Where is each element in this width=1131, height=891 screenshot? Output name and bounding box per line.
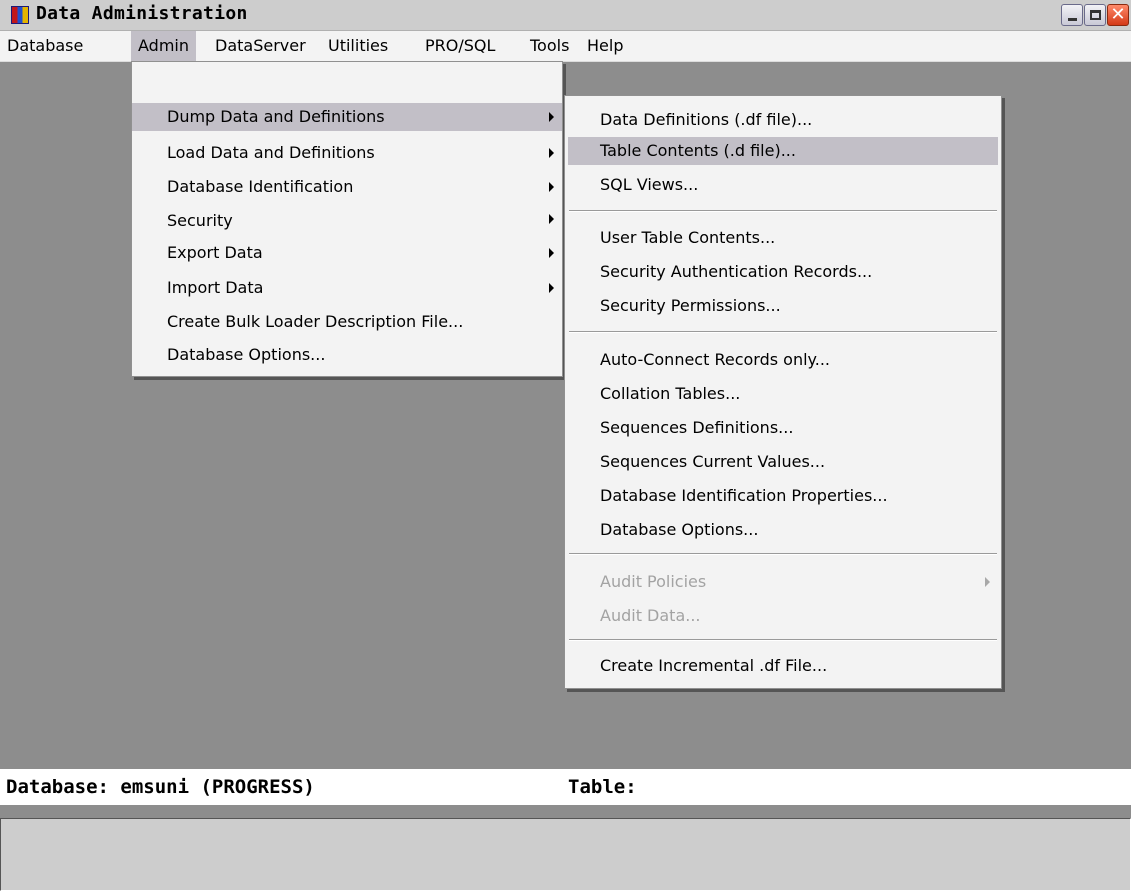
menu-item-label: Create Incremental .df File... (600, 656, 828, 675)
menu-item-data-definitions[interactable]: Data Definitions (.df file)... (565, 106, 1001, 134)
menu-item-label: Dump Data and Definitions (167, 107, 385, 126)
menu-item-create-incremental-df[interactable]: Create Incremental .df File... (565, 652, 1001, 680)
menu-help[interactable]: Help (580, 31, 630, 61)
menu-item-table-contents[interactable]: Table Contents (.d file)... (568, 137, 998, 165)
menu-separator (569, 639, 997, 641)
menu-item-database-identification-properties[interactable]: Database Identification Properties... (565, 482, 1001, 510)
menu-item-label: Data Definitions (.df file)... (600, 110, 813, 129)
close-icon: ✕ (1110, 4, 1126, 25)
maximize-icon (1089, 10, 1101, 20)
menu-separator (569, 210, 997, 212)
menu-item-user-table-contents[interactable]: User Table Contents... (565, 224, 1001, 252)
menu-item-label: Security Permissions... (600, 296, 781, 315)
menu-item-label: Audit Policies (600, 572, 707, 591)
menu-utilities[interactable]: Utilities (321, 31, 395, 61)
menu-item-sql-views[interactable]: SQL Views... (565, 171, 1001, 199)
menu-separator (569, 553, 997, 555)
menu-admin[interactable]: Admin (131, 31, 196, 61)
menu-pro-sql[interactable]: PRO/SQL (418, 31, 502, 61)
menu-item-label: Database Identification (167, 177, 354, 196)
dump-submenu: Data Definitions (.df file)... Table Con… (564, 95, 1002, 689)
menu-item-audit-data[interactable]: Audit Data... (565, 602, 1001, 630)
menu-item-label: Sequences Definitions... (600, 418, 794, 437)
menu-item-label: Export Data (167, 243, 263, 262)
title-bar: Data Administration ✕ (0, 0, 1131, 31)
menu-item-security-permissions[interactable]: Security Permissions... (565, 292, 1001, 320)
menu-item-label: SQL Views... (600, 175, 699, 194)
submenu-arrow-icon (549, 248, 554, 258)
menu-item-collation-tables[interactable]: Collation Tables... (565, 380, 1001, 408)
menu-item-export-data[interactable]: Export Data (132, 239, 562, 267)
submenu-arrow-icon (985, 577, 990, 587)
menu-item-database-options[interactable]: Database Options... (132, 341, 562, 369)
menu-dataserver[interactable]: DataServer (208, 31, 313, 61)
minimize-button[interactable] (1061, 4, 1083, 26)
menu-item-label: Create Bulk Loader Description File... (167, 312, 464, 331)
menu-item-sequences-definitions[interactable]: Sequences Definitions... (565, 414, 1001, 442)
minimize-icon (1067, 17, 1077, 21)
menu-item-label: Auto-Connect Records only... (600, 350, 830, 369)
menu-tools[interactable]: Tools (523, 31, 576, 61)
status-bar: Database: emsuni (PROGRESS) Table: (0, 769, 1131, 805)
menu-item-label: Table Contents (.d file)... (600, 141, 796, 160)
message-panel (0, 818, 1131, 891)
submenu-arrow-icon (549, 148, 554, 158)
close-button[interactable]: ✕ (1107, 4, 1129, 26)
submenu-arrow-icon (549, 112, 554, 122)
menu-item-database-options-dump[interactable]: Database Options... (565, 516, 1001, 544)
menu-item-create-bulk-loader[interactable]: Create Bulk Loader Description File... (132, 308, 562, 336)
menu-item-label: Database Identification Properties... (600, 486, 888, 505)
menu-item-auto-connect-records[interactable]: Auto-Connect Records only... (565, 346, 1001, 374)
menu-separator (569, 331, 997, 333)
menu-item-load-data[interactable]: Load Data and Definitions (132, 139, 562, 167)
menu-item-security[interactable]: Security (132, 207, 562, 235)
menu-database[interactable]: Database (0, 31, 90, 61)
menu-item-label: Audit Data... (600, 606, 701, 625)
database-status-label: Database: emsuni (PROGRESS) (6, 776, 315, 798)
menu-item-label: Load Data and Definitions (167, 143, 375, 162)
menu-item-audit-policies[interactable]: Audit Policies (565, 568, 1001, 596)
menu-item-import-data[interactable]: Import Data (132, 274, 562, 302)
menu-item-sequences-current-values[interactable]: Sequences Current Values... (565, 448, 1001, 476)
menu-item-label: Sequences Current Values... (600, 452, 826, 471)
menu-item-label: User Table Contents... (600, 228, 776, 247)
table-status-label: Table: (568, 776, 637, 798)
menu-item-label: Database Options... (167, 345, 326, 364)
submenu-arrow-icon (549, 182, 554, 192)
menu-item-security-authentication-records[interactable]: Security Authentication Records... (565, 258, 1001, 286)
progress-app-icon[interactable] (11, 6, 29, 24)
submenu-arrow-icon (549, 283, 554, 293)
menu-item-label: Collation Tables... (600, 384, 741, 403)
window-title: Data Administration (36, 3, 248, 24)
menu-item-dump-data[interactable]: Dump Data and Definitions (132, 103, 562, 131)
menu-bar: Database Admin DataServer Utilities PRO/… (0, 31, 1131, 62)
submenu-arrow-icon (549, 214, 554, 224)
menu-item-label: Import Data (167, 278, 264, 297)
menu-item-label: Security Authentication Records... (600, 262, 873, 281)
menu-item-database-identification[interactable]: Database Identification (132, 173, 562, 201)
maximize-button[interactable] (1084, 4, 1106, 26)
menu-item-label: Security (167, 211, 233, 230)
admin-menu: Dump Data and Definitions Load Data and … (131, 61, 563, 377)
menu-item-label: Database Options... (600, 520, 759, 539)
